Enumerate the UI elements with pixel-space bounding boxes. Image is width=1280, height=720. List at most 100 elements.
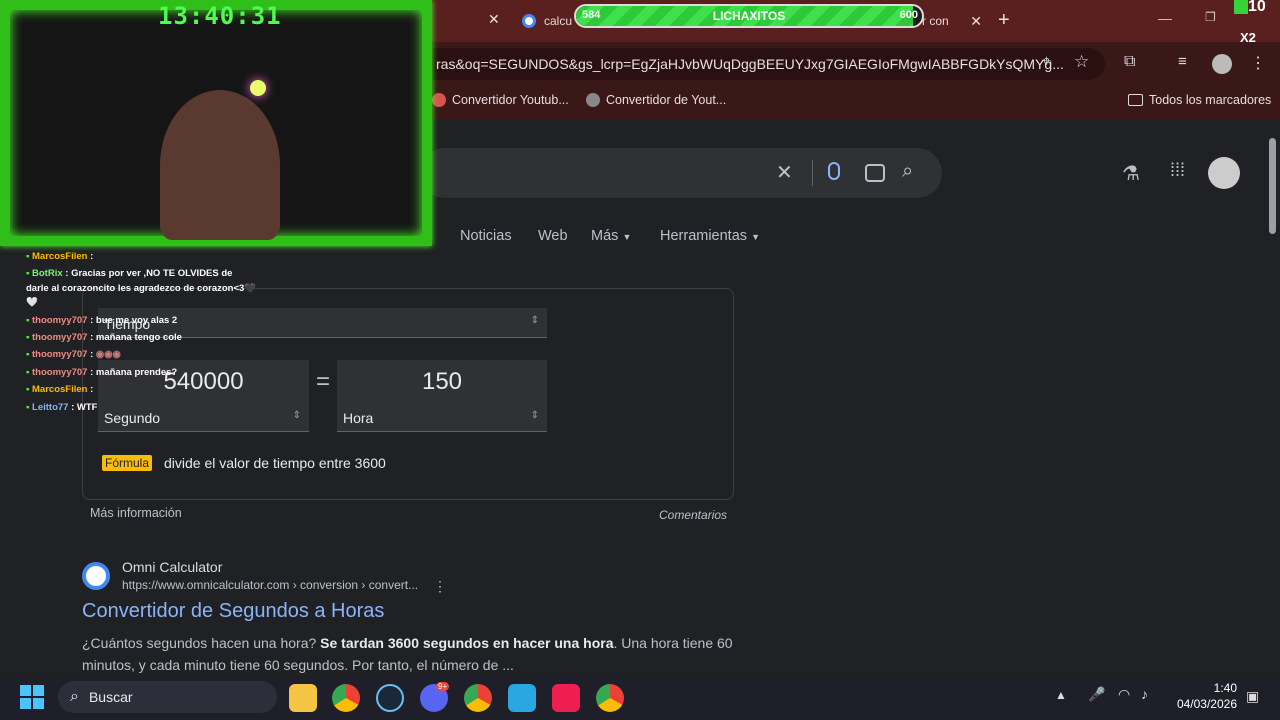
search-icon: ⌕ xyxy=(70,688,79,705)
bookmark-label: Convertidor de Yout... xyxy=(606,93,727,107)
chat-message: ▪ MarcosFilen : xyxy=(26,251,94,262)
steam-icon[interactable] xyxy=(376,684,404,712)
close-tab-icon[interactable]: ✕ xyxy=(488,11,500,28)
menu-icon[interactable]: ⋮ xyxy=(1250,53,1266,73)
chrome-profile-icon[interactable] xyxy=(464,684,492,712)
tab-noticias[interactable]: Noticias xyxy=(460,228,512,244)
chat-text: : mañana prendes? xyxy=(87,367,178,378)
bookmark-item[interactable]: Convertidor de Yout... xyxy=(586,93,726,107)
taskbar-time[interactable]: 1:40 xyxy=(1203,681,1237,695)
to-value: 150 xyxy=(421,368,463,395)
chat-message: ▪ thoomyy707 : ◉◉◉ xyxy=(26,349,121,360)
notification-icon[interactable]: ▣ xyxy=(1246,688,1259,705)
file-explorer-icon[interactable] xyxy=(289,684,317,712)
clear-search-icon[interactable]: ✕ xyxy=(776,160,793,185)
scrollbar[interactable] xyxy=(1266,120,1280,676)
chat-message: 🤍 xyxy=(26,297,38,308)
all-bookmarks[interactable]: Todos los marcadores xyxy=(1128,93,1271,107)
search-box[interactable] xyxy=(420,148,942,198)
chat-text: : mañana tengo cole xyxy=(87,332,182,343)
media-icon[interactable]: ≡ xyxy=(1178,53,1187,70)
chat-text: : Gracias por ver ,NO TE OLVIDES de xyxy=(62,268,233,279)
location-icon[interactable]: ⌖ xyxy=(1042,53,1051,71)
divider xyxy=(812,160,813,186)
taskbar-search-label: Buscar xyxy=(88,689,133,705)
lamp-icon xyxy=(250,80,266,96)
bookmark-label: Todos los marcadores xyxy=(1149,93,1272,107)
from-unit: Segundo xyxy=(104,410,161,426)
tab-herramientas[interactable]: Herramientas ▼ xyxy=(660,228,760,244)
tab-label: calcu xyxy=(544,14,573,28)
search-icon[interactable]: ⌕ xyxy=(902,160,913,183)
from-unit-select[interactable]: Segundo ⇕ xyxy=(98,404,309,432)
tiktok-icon[interactable] xyxy=(552,684,580,712)
profile-avatar[interactable] xyxy=(1212,54,1232,74)
to-unit: Hora xyxy=(343,410,374,426)
more-info-link[interactable]: Más información xyxy=(90,506,182,520)
labs-icon[interactable]: ⚗ xyxy=(1122,161,1140,186)
equals-sign: = xyxy=(316,368,331,395)
chat-message: darle al corazoncito les agradezco de co… xyxy=(26,283,256,294)
chrome-icon-2[interactable] xyxy=(596,684,624,712)
windows-start-icon[interactable] xyxy=(20,685,44,709)
close-tab-icon[interactable]: ✕ xyxy=(970,13,982,30)
bookmark-star-icon[interactable]: ☆ xyxy=(1074,52,1089,72)
snippet-bold: Se tardan 3600 segundos en hacer una hor… xyxy=(320,635,614,651)
chat-text: darle al corazoncito les agradezco de co… xyxy=(26,283,257,294)
microphone-icon[interactable]: 🎤 xyxy=(1088,686,1105,703)
to-value-input[interactable]: 150 xyxy=(337,360,547,404)
tab-label: Herramientas xyxy=(660,228,748,244)
tab-mas[interactable]: Más ▼ xyxy=(591,228,631,244)
chat-message: ▪ Leitto77 : WTF xyxy=(26,402,98,413)
more-options-icon[interactable]: ⋮ xyxy=(433,578,447,595)
feedback-link[interactable]: Comentarios xyxy=(659,508,727,522)
to-unit-select[interactable]: Hora ⇕ xyxy=(337,404,547,432)
app-f-icon[interactable] xyxy=(508,684,536,712)
taskbar-date[interactable]: 04/03/2026 xyxy=(1172,697,1237,711)
volume-icon[interactable]: ♪ xyxy=(1141,686,1148,702)
voice-search-icon[interactable] xyxy=(828,162,840,180)
google-icon xyxy=(522,14,536,28)
tab-web[interactable]: Web xyxy=(538,228,568,244)
snippet-text: minutos, y cada minuto tiene 60 segundos… xyxy=(82,657,514,673)
formula-badge: Fórmula xyxy=(102,455,153,471)
minimize-icon[interactable]: — xyxy=(1158,10,1172,26)
lens-icon[interactable] xyxy=(865,164,885,182)
chat-message: ▪ thoomyy707 : mañana prendes? xyxy=(26,367,178,378)
bookmark-item[interactable]: Convertidor Youtub... xyxy=(432,93,569,107)
address-bar[interactable]: ras&oq=SEGUNDOS&gs_lcrp=EgZjaHJvbWUqDggB… xyxy=(420,48,1105,80)
tab-calc[interactable]: calcu xyxy=(522,6,582,36)
taskbar-search[interactable]: ⌕ Buscar xyxy=(58,681,277,713)
chat-text: : xyxy=(87,251,94,262)
scrollbar-thumb[interactable] xyxy=(1269,138,1276,234)
tab-active[interactable]: r con ✕ xyxy=(922,6,982,36)
chat-user: thoomyy707 xyxy=(32,315,88,326)
goal-progress-bar: 584 LICHAXITOS 600 xyxy=(574,4,924,28)
chat-text: : xyxy=(87,349,96,360)
result-title-link[interactable]: Convertidor de Segundos a Horas xyxy=(82,600,384,623)
result-site-name[interactable]: Omni Calculator xyxy=(122,559,222,575)
chat-user: Leitto77 xyxy=(32,402,69,413)
stream-clock: 13:40:31 xyxy=(158,2,282,30)
tab-label: Más xyxy=(591,228,619,244)
folder-icon xyxy=(1128,94,1143,106)
chat-user: MarcosFilen xyxy=(32,384,88,395)
tray-chevron-icon[interactable]: ▲ xyxy=(1055,688,1067,702)
account-avatar[interactable] xyxy=(1208,157,1240,189)
extensions-icon[interactable]: ⧉ xyxy=(1124,53,1135,71)
chat-user: thoomyy707 xyxy=(32,367,88,378)
omni-calculator-icon xyxy=(82,562,110,590)
chrome-icon[interactable] xyxy=(332,684,360,712)
chat-message: ▪ thoomyy707 : mañana tengo cole xyxy=(26,332,182,343)
apps-icon[interactable]: ⁞⁞⁞ xyxy=(1170,160,1185,181)
restore-icon[interactable]: ❐ xyxy=(1205,10,1216,24)
chat-message: ▪ BotRix : Gracias por ver ,NO TE OLVIDE… xyxy=(26,268,233,279)
snippet-text: ¿Cuántos segundos hacen una hora? xyxy=(82,635,321,651)
result-url[interactable]: https://www.omnicalculator.com › convers… xyxy=(122,578,418,592)
wifi-icon[interactable]: ◠ xyxy=(1118,686,1130,703)
new-tab-button[interactable]: + xyxy=(998,9,1010,32)
select-arrows-icon: ⇕ xyxy=(530,315,539,326)
chat-user: MarcosFilen xyxy=(32,251,88,262)
goal-target: 600 xyxy=(899,9,918,21)
chat-text: : bue me voy alas 2 xyxy=(87,315,178,326)
